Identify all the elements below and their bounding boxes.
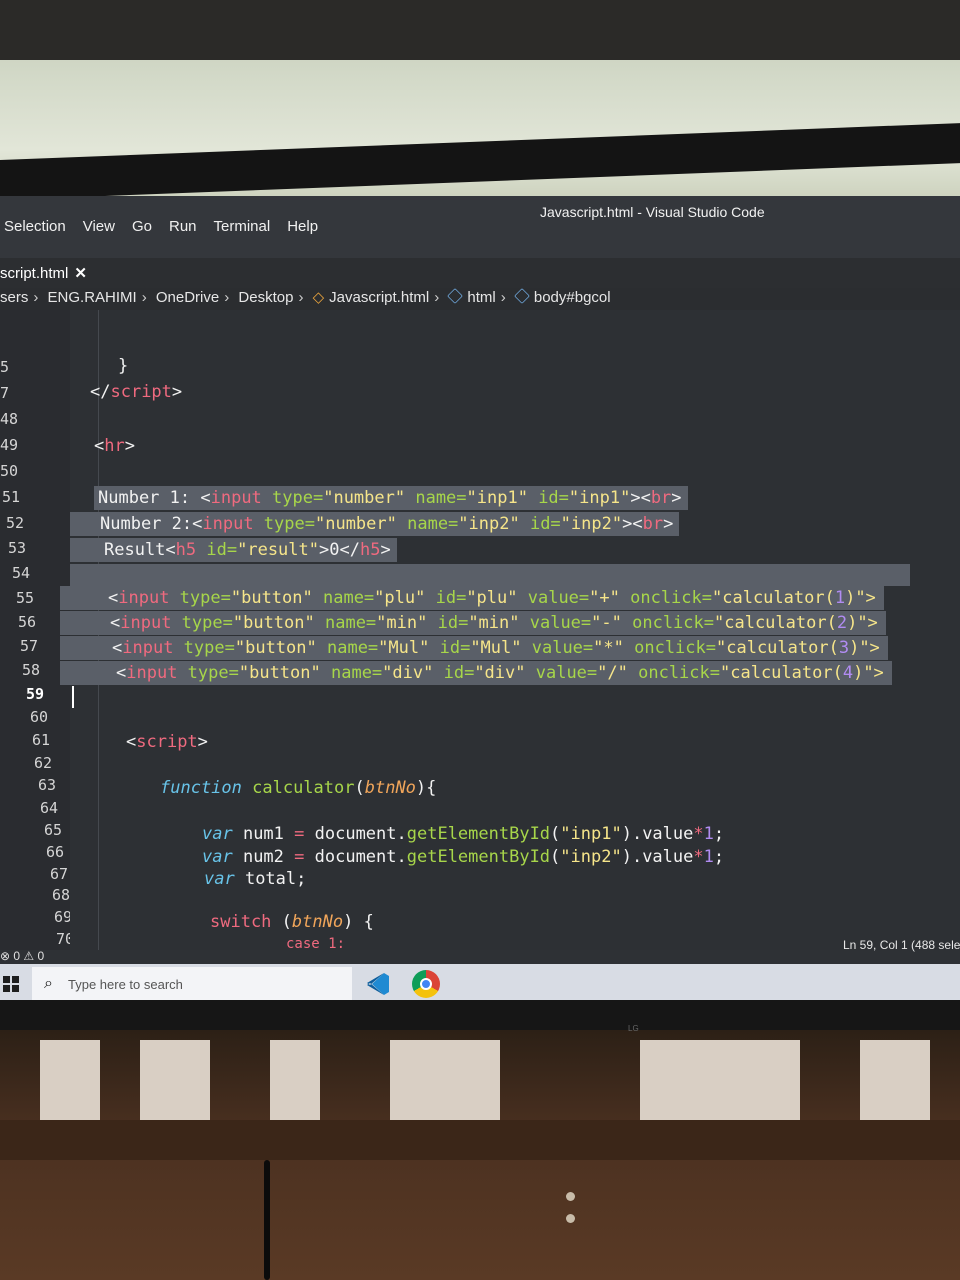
code-line-selected: <input type="button" name="Mul" id="Mul"… — [60, 636, 888, 660]
line-number: 68 — [52, 886, 71, 904]
code-line: function calculator(btnNo){ — [160, 778, 437, 798]
chevron-right-icon: › — [500, 289, 506, 306]
breadcrumb-users[interactable]: sers — [0, 289, 28, 306]
line-number: 55 — [16, 589, 35, 607]
chevron-right-icon: › — [141, 289, 147, 306]
code-line: switch (btnNo) { — [210, 912, 374, 932]
code-editor[interactable]: } </script> <hr> Number 1: <input type="… — [60, 310, 960, 952]
background-panel — [270, 1040, 320, 1130]
vscode-icon[interactable] — [364, 970, 392, 998]
code-line-selected: <input type="button" name="plu" id="plu"… — [60, 586, 884, 610]
line-number: 48 — [0, 410, 19, 428]
breadcrumb-body[interactable]: body#bgcol — [534, 289, 611, 306]
line-number: 64 — [40, 799, 59, 817]
code-line: </script> — [90, 382, 183, 402]
chevron-right-icon: › — [33, 289, 39, 306]
line-number: 61 — [32, 731, 51, 749]
brand-logo: LG — [628, 1024, 639, 1033]
text-cursor — [72, 686, 74, 708]
status-bar: ⊗ 0 ⚠ 0 — [0, 949, 960, 964]
line-number: 65 — [44, 821, 63, 839]
code-line-selected-empty — [70, 564, 910, 586]
code-line-selected: <input type="button" name="div" id="div"… — [60, 661, 892, 685]
element-icon — [447, 288, 464, 304]
line-number: 60 — [30, 708, 49, 726]
line-number: 63 — [38, 776, 57, 794]
element-icon — [513, 288, 530, 304]
code-line-selected: <input type="button" name="min" id="min"… — [60, 611, 886, 635]
line-number: 62 — [34, 754, 53, 772]
monitor-screen: Selection View Go Run Terminal Help Java… — [0, 196, 960, 1006]
line-number: 49 — [0, 436, 19, 454]
menu-run[interactable]: Run — [169, 218, 197, 235]
background-panel — [860, 1040, 930, 1130]
line-number: 7 — [0, 384, 10, 402]
background-panel — [640, 1040, 800, 1130]
chevron-right-icon: › — [434, 289, 440, 306]
title-bar: Selection View Go Run Terminal Help Java… — [0, 196, 960, 258]
chevron-right-icon: › — [298, 289, 304, 306]
chevron-right-icon: › — [224, 289, 230, 306]
close-icon[interactable]: ✕ — [74, 265, 87, 282]
window-title: Javascript.html - Visual Studio Code — [540, 204, 765, 220]
code-line: <hr> — [94, 436, 135, 456]
line-number: 56 — [18, 613, 37, 631]
code-line-selected: Number 2:<input type="number" name="inp2… — [70, 512, 680, 536]
problems-indicator[interactable]: ⊗ 0 ⚠ 0 — [0, 949, 44, 963]
line-number: 50 — [0, 462, 19, 480]
menu-selection[interactable]: Selection — [4, 218, 66, 235]
tab-javascript-html[interactable]: script.html ✕ — [0, 264, 95, 282]
search-icon: ⌕ — [44, 975, 53, 992]
line-number-current: 59 — [26, 685, 45, 703]
tab-bar: script.html ✕ — [0, 258, 960, 288]
code-line: } — [118, 356, 129, 376]
breadcrumb-onedrive[interactable]: OneDrive — [156, 289, 219, 306]
background-table — [0, 1120, 960, 1160]
code-line: var num1 = document.getElementById("inp1… — [202, 824, 725, 844]
background-panel — [140, 1040, 210, 1130]
menu-go[interactable]: Go — [132, 218, 152, 235]
code-line-selected: Number 1: <input type="number" name="inp… — [94, 486, 688, 510]
line-number: 53 — [8, 539, 27, 557]
breadcrumb-file[interactable]: Javascript.html — [329, 289, 429, 306]
breadcrumb-eng-rahimi[interactable]: ENG.RAHIMI — [48, 289, 137, 306]
breadcrumb-html[interactable]: html — [467, 289, 495, 306]
background-panel — [40, 1040, 100, 1130]
line-number: 66 — [46, 843, 65, 861]
html-file-icon: ◇ — [312, 289, 325, 306]
line-number: 52 — [6, 514, 25, 532]
menu-bar: Selection View Go Run Terminal Help — [4, 218, 318, 235]
menu-help[interactable]: Help — [287, 218, 318, 235]
line-number: 54 — [12, 564, 31, 582]
taskbar-search-input[interactable]: ⌕ Type here to search — [32, 967, 352, 1003]
chrome-icon[interactable] — [412, 970, 440, 998]
background-panel — [390, 1040, 500, 1130]
line-number: 67 — [50, 865, 69, 883]
line-number: 58 — [22, 661, 41, 679]
menu-terminal[interactable]: Terminal — [214, 218, 271, 235]
tab-label: script.html — [0, 265, 69, 282]
breadcrumb-desktop[interactable]: Desktop — [238, 289, 293, 306]
windows-start-icon[interactable] — [3, 976, 19, 992]
line-number: 5 — [0, 358, 10, 376]
code-line: var total; — [204, 869, 307, 889]
cursor-position[interactable]: Ln 59, Col 1 (488 sele — [843, 938, 960, 952]
code-line: <script> — [126, 732, 208, 752]
background-knob — [566, 1192, 575, 1201]
menu-view[interactable]: View — [83, 218, 115, 235]
code-line: var num2 = document.getElementById("inp2… — [202, 847, 725, 867]
breadcrumb: sers › ENG.RAHIMI › OneDrive › Desktop › ◇ Ja… — [0, 288, 960, 310]
line-number: 57 — [20, 637, 39, 655]
line-number: 51 — [2, 488, 21, 506]
background-cable — [264, 1160, 270, 1280]
code-line-selected: Result<h5 id="result">0</h5> — [70, 538, 397, 562]
search-placeholder: Type here to search — [68, 977, 183, 992]
background-knob — [566, 1214, 575, 1223]
